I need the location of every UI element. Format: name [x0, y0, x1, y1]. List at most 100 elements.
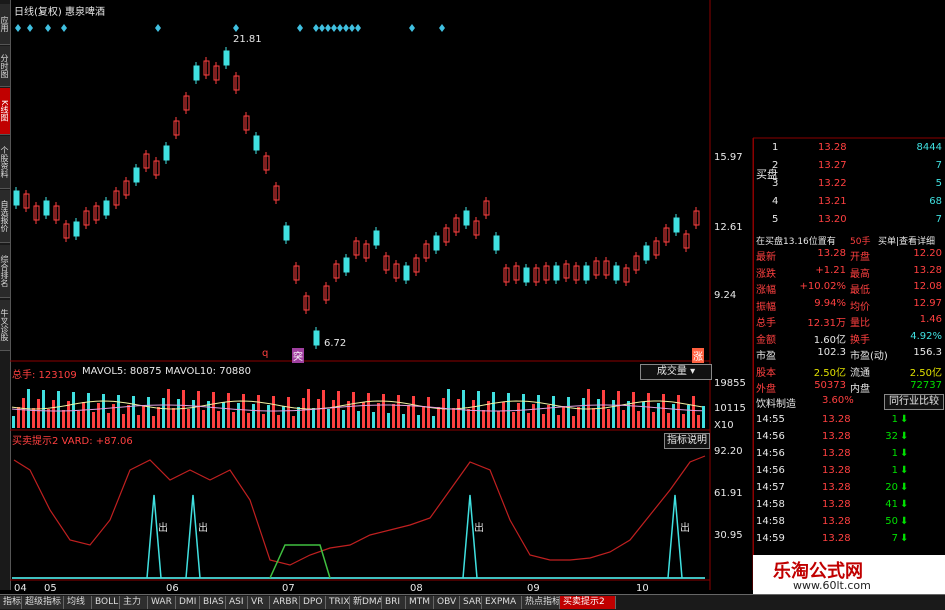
- bottom-tab-0[interactable]: 指标: [0, 596, 22, 609]
- volume-bar: [477, 391, 480, 428]
- volume-bar: [257, 395, 260, 428]
- price-candle: [433, 235, 440, 251]
- volume-bar: [442, 398, 445, 428]
- volume-bar: [232, 412, 235, 428]
- volume-bar: [662, 394, 665, 428]
- quote-label-right: 内盘: [850, 384, 870, 395]
- volume-bar: [402, 414, 405, 428]
- price-candle: [133, 167, 140, 183]
- order-detail-link[interactable]: 买单|查看详细: [878, 234, 935, 247]
- price-candle: [643, 245, 650, 261]
- bottom-tab-4[interactable]: 主力: [120, 596, 148, 609]
- bottom-tab-18[interactable]: EXPMA: [482, 596, 522, 609]
- price-candle: [103, 200, 110, 216]
- volume-bar: [187, 409, 190, 428]
- volume-selector[interactable]: 成交量 ▾: [640, 364, 712, 380]
- bottom-tab-6[interactable]: DMI: [176, 596, 200, 609]
- indicator-explain-button[interactable]: 指标说明: [664, 433, 710, 449]
- order-status: 在买盘13.16位置有: [756, 237, 836, 247]
- quote-value-right: 156.3: [913, 347, 942, 358]
- bottom-tab-2[interactable]: 均线: [64, 596, 92, 609]
- volume-bar: [97, 403, 100, 428]
- volume-bar: [562, 406, 565, 428]
- bottom-tab-10[interactable]: ARBR: [270, 596, 300, 609]
- chu-label-3: 出: [474, 523, 484, 534]
- quote-label: 外盘: [756, 384, 776, 395]
- tick-time: 14:55: [756, 414, 785, 425]
- price-candle: [523, 267, 530, 283]
- industry-name: 饮料制造: [756, 399, 796, 410]
- tick-price: 13.28: [822, 414, 851, 425]
- volume-bar: [262, 414, 265, 428]
- bottom-tab-15[interactable]: MTM: [406, 596, 434, 609]
- volume-bar: [452, 408, 455, 428]
- bottom-tab-16[interactable]: OBV: [434, 596, 460, 609]
- order-level: 3: [772, 178, 779, 189]
- bottom-tab-11[interactable]: DPO: [300, 596, 326, 609]
- indicator-name: 买卖提示2 VARD: +87.06: [12, 436, 133, 447]
- price-candle: [613, 265, 620, 281]
- bottom-tab-19[interactable]: 热点指标: [522, 596, 560, 609]
- volume-ma5: MAVOL5: 80875: [82, 366, 162, 377]
- high-label: 21.81: [233, 34, 262, 45]
- quote-label-right: 开盘: [850, 252, 870, 263]
- quote-label: 涨跌: [756, 268, 776, 280]
- volume-bar: [422, 406, 425, 428]
- signal-diamond: [331, 24, 337, 32]
- tick-price: 13.28: [822, 533, 851, 544]
- chevron-down-icon: ▾: [690, 366, 696, 377]
- price-candle: [43, 200, 50, 216]
- volume-ma10: MAVOL10: 70880: [165, 366, 252, 377]
- volume-bar: [312, 408, 315, 428]
- volume-bar: [242, 394, 245, 428]
- bottom-tab-12[interactable]: TRIX: [326, 596, 350, 609]
- tick-price: 13.28: [822, 499, 851, 510]
- quote-value-right: 4.92%: [910, 330, 942, 342]
- quote-row: 最新 13.28 开盘 12.20: [754, 248, 945, 264]
- quote-label-right: 均价: [850, 301, 870, 313]
- bottom-tab-8[interactable]: ASI: [226, 596, 248, 609]
- signal-diamond: [409, 24, 415, 32]
- bottom-tab-3[interactable]: BOLL: [92, 596, 120, 609]
- volume-bar: [627, 401, 630, 428]
- indicator-var-line: [13, 455, 706, 566]
- bottom-tab-7[interactable]: BIAS: [200, 596, 226, 609]
- chu-label-2: 出: [198, 523, 208, 534]
- quote-value-right: 12.97: [913, 297, 942, 309]
- bottom-tab-9[interactable]: VR: [248, 596, 270, 609]
- volume-bar: [92, 412, 95, 428]
- tick-time: 14:59: [756, 533, 785, 544]
- watermark-line2: www.60lt.com: [793, 579, 871, 592]
- tick-row: 14:57 13.28 20 ⬇: [754, 482, 945, 498]
- tick-row: 14:58 13.28 41 ⬇: [754, 499, 945, 515]
- tick-row: 14:56 13.28 1 ⬇: [754, 448, 945, 464]
- volume-bar: [237, 403, 240, 428]
- order-price: 13.20: [818, 214, 847, 225]
- order-level: 4: [772, 196, 779, 207]
- tick-row: 14:56 13.28 1 ⬇: [754, 465, 945, 481]
- bottom-tab-13[interactable]: 新DMA: [350, 596, 382, 609]
- bottom-tab-14[interactable]: BRI: [382, 596, 406, 609]
- quote-label: 市盈: [756, 351, 776, 362]
- quote-label: 振幅: [756, 301, 776, 313]
- low-label: 6.72: [324, 338, 347, 349]
- price-scale-2: 12.61: [714, 222, 743, 233]
- volume-bar: [397, 395, 400, 428]
- quote-value: 12.31万: [807, 318, 846, 329]
- indicator-tab-bar: 指标 超级指标 均线 BOLL 主力 WAR DMI BIAS ASI VR ARBR DPO TRIX…: [0, 594, 945, 610]
- volume-bar: [372, 412, 375, 428]
- volume-bar: [192, 400, 195, 428]
- signal-diamond: [15, 24, 21, 32]
- bottom-tab-5[interactable]: WAR: [148, 596, 176, 609]
- volume-bar: [37, 399, 40, 428]
- volume-bar: [147, 397, 150, 428]
- bottom-tab-1[interactable]: 超级指标: [22, 596, 64, 609]
- order-book-row: 4 13.21 68: [754, 196, 945, 212]
- bottom-tab-17[interactable]: SAR: [460, 596, 482, 609]
- industry-compare-button[interactable]: 同行业比较: [884, 394, 944, 410]
- volume-bar: [327, 409, 330, 428]
- bottom-tab-20[interactable]: 买卖提示2: [560, 596, 616, 609]
- volume-bar: [642, 402, 645, 428]
- tick-time: 14:58: [756, 499, 785, 510]
- volume-bar: [632, 392, 635, 428]
